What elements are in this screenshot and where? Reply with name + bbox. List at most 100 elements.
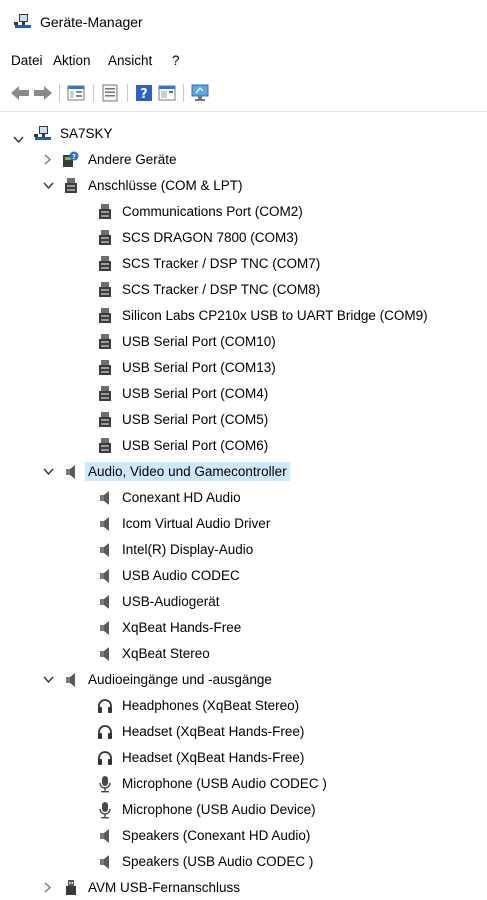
category-label: Andere Geräte (88, 152, 177, 167)
device-label: SCS DRAGON 7800 (COM3) (122, 230, 299, 245)
device-label: Intel(R) Display-Audio (122, 542, 254, 557)
tree-node-avm-usb[interactable]: AVM USB-Fernanschluss (0, 875, 240, 900)
toolbar-divider (0, 111, 487, 112)
device-label: Conexant HD Audio (122, 490, 241, 505)
port-icon (96, 229, 114, 247)
toolbar-separator (127, 84, 128, 102)
show-hide-tree-button[interactable] (66, 83, 86, 103)
device-item[interactable]: Headset (XqBeat Hands-Free) (96, 745, 304, 770)
category-label: Anschlüsse (COM & LPT) (88, 178, 243, 193)
back-button[interactable] (10, 83, 30, 103)
device-item[interactable]: XqBeat Stereo (96, 641, 210, 666)
device-item[interactable]: Communications Port (COM2) (96, 199, 303, 224)
headphones-icon (96, 697, 114, 715)
device-label: Headset (XqBeat Hands-Free) (122, 724, 305, 739)
category-label-selected: Audio, Video und Gamecontroller (85, 462, 290, 481)
chevron-right-icon[interactable] (42, 154, 54, 166)
device-item[interactable]: XqBeat Hands-Free (96, 615, 241, 640)
device-label: Microphone (USB Audio CODEC ) (122, 776, 327, 791)
device-item[interactable]: Icom Virtual Audio Driver (96, 511, 270, 536)
toolbar: ? (0, 80, 487, 106)
device-label: USB-Audiogerät (122, 594, 220, 609)
speaker-icon (96, 645, 114, 663)
device-item[interactable]: Microphone (USB Audio Device) (96, 797, 316, 822)
action-view-button[interactable] (157, 83, 177, 103)
port-icon (96, 203, 114, 221)
headset-icon (96, 723, 114, 741)
window-title: Geräte-Manager (40, 14, 143, 30)
device-item[interactable]: Intel(R) Display-Audio (96, 537, 253, 562)
menu-datei[interactable]: Datei (11, 53, 43, 68)
tree-node-ports[interactable]: Anschlüsse (COM & LPT) (0, 173, 243, 198)
computer-icon (34, 125, 52, 143)
port-icon (62, 177, 80, 195)
device-item[interactable]: Headphones (XqBeat Stereo) (96, 693, 299, 718)
chevron-right-icon[interactable] (42, 882, 54, 894)
device-item[interactable]: USB-Audiogerät (96, 589, 220, 614)
menu-help[interactable]: ? (172, 53, 180, 68)
tree-node-root[interactable]: SA7SKY (0, 121, 113, 146)
device-label: Headphones (XqBeat Stereo) (122, 698, 300, 713)
back-arrow-icon (11, 86, 29, 100)
device-item[interactable]: Speakers (Conexant HD Audio) (96, 823, 310, 848)
scan-hardware-button[interactable] (190, 83, 210, 103)
port-icon (96, 411, 114, 429)
device-item[interactable]: USB Serial Port (COM5) (96, 407, 268, 432)
device-item[interactable]: USB Serial Port (COM10) (96, 329, 276, 354)
toolbar-separator (93, 84, 94, 102)
chevron-down-icon[interactable] (42, 180, 54, 192)
port-icon (96, 281, 114, 299)
tree-node-audio-io[interactable]: Audioeingänge und -ausgänge (0, 667, 272, 692)
speaker-icon (96, 827, 114, 845)
device-label: Silicon Labs CP210x USB to UART Bridge (… (122, 308, 428, 323)
chevron-down-icon[interactable] (12, 134, 24, 146)
toolbar-separator (183, 84, 184, 102)
chevron-down-icon[interactable] (42, 674, 54, 686)
title-bar: Geräte-Manager (0, 0, 487, 44)
device-item[interactable]: Microphone (USB Audio CODEC ) (96, 771, 327, 796)
tree-node-audio-video[interactable]: Audio, Video und Gamecontroller (0, 459, 290, 484)
device-item[interactable]: Conexant HD Audio (96, 485, 241, 510)
device-item[interactable]: Silicon Labs CP210x USB to UART Bridge (… (96, 303, 428, 328)
speaker-icon (62, 463, 80, 481)
properties-icon (102, 84, 118, 102)
device-label: Headset (XqBeat Hands-Free) (122, 750, 305, 765)
device-item[interactable]: Speakers (USB Audio CODEC ) (96, 849, 313, 874)
toolbar-separator (59, 84, 60, 102)
device-item[interactable]: USB Serial Port (COM6) (96, 433, 268, 458)
forward-button[interactable] (33, 83, 53, 103)
device-label: USB Serial Port (COM13) (122, 360, 276, 375)
port-icon (96, 385, 114, 403)
speaker-icon (96, 489, 114, 507)
device-item[interactable]: Headset (XqBeat Hands-Free) (96, 719, 304, 744)
port-icon (96, 255, 114, 273)
chevron-down-icon[interactable] (42, 466, 54, 478)
speaker-icon (96, 567, 114, 585)
device-label: SCS Tracker / DSP TNC (COM8) (122, 282, 321, 297)
device-label: USB Serial Port (COM4) (122, 386, 269, 401)
microphone-icon (96, 801, 114, 819)
device-label: USB Serial Port (COM6) (122, 438, 269, 453)
device-item[interactable]: SCS DRAGON 7800 (COM3) (96, 225, 298, 250)
speaker-icon (96, 619, 114, 637)
device-item[interactable]: USB Audio CODEC (96, 563, 240, 588)
device-label: USB Serial Port (COM5) (122, 412, 269, 427)
device-label: Microphone (USB Audio Device) (122, 802, 316, 817)
properties-button[interactable] (100, 83, 120, 103)
device-label: XqBeat Stereo (122, 646, 210, 661)
help-button[interactable]: ? (134, 83, 154, 103)
device-item[interactable]: SCS Tracker / DSP TNC (COM7) (96, 251, 320, 276)
monitor-scan-icon (191, 84, 209, 101)
device-label: Speakers (USB Audio CODEC ) (122, 854, 314, 869)
device-item[interactable]: USB Serial Port (COM4) (96, 381, 268, 406)
device-label: Speakers (Conexant HD Audio) (122, 828, 311, 843)
forward-arrow-icon (34, 86, 52, 100)
device-item[interactable]: SCS Tracker / DSP TNC (COM8) (96, 277, 320, 302)
menu-aktion[interactable]: Aktion (53, 53, 91, 68)
device-label: Icom Virtual Audio Driver (122, 516, 271, 531)
device-item[interactable]: USB Serial Port (COM13) (96, 355, 276, 380)
menu-ansicht[interactable]: Ansicht (108, 53, 152, 68)
tree-node-other-devices[interactable]: Andere Geräte (0, 147, 177, 172)
port-icon (96, 359, 114, 377)
speaker-icon (96, 853, 114, 871)
